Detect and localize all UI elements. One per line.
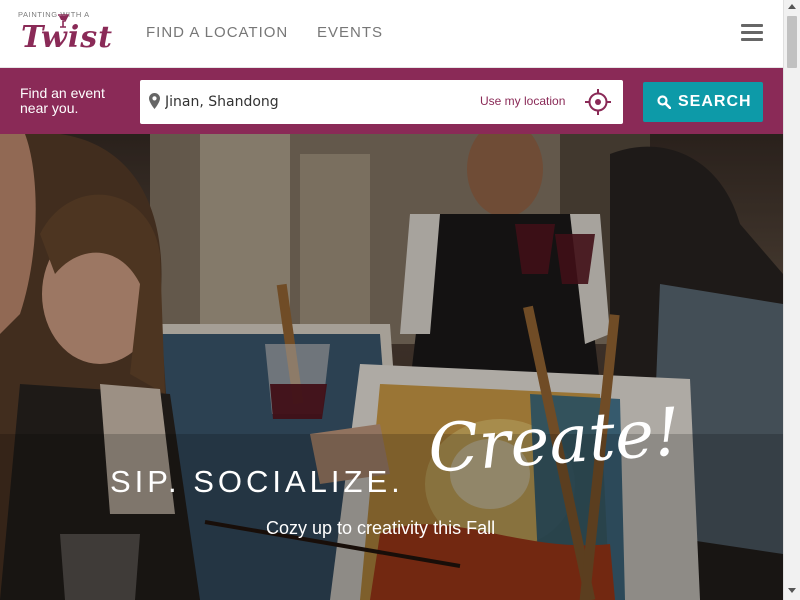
site-header: PAINTING WITH A Twist FIND A LOCATION EV… [0,0,783,68]
scroll-down-arrow-icon[interactable] [788,588,796,593]
search-icon [657,95,671,109]
hamburger-menu-icon[interactable] [741,24,763,42]
nav-events[interactable]: EVENTS [317,24,383,41]
logo-wordmark: Twist [21,20,113,55]
hero-subtitle: Cozy up to creativity this Fall [266,518,496,538]
crosshair-icon[interactable] [585,89,611,115]
event-search-bar: Find an event near you. Use my location [0,68,783,134]
scrollbar[interactable] [783,0,800,600]
logo[interactable]: PAINTING WITH A Twist [18,10,112,58]
hero-banner: SIP. SOCIALIZE. Create! Cozy up to creat… [0,134,783,600]
nav-find-a-location[interactable]: FIND A LOCATION [146,24,288,41]
search-prompt: Find an event near you. [20,85,105,116]
scrollbar-thumb[interactable] [787,16,797,68]
search-button-label: SEARCH [678,93,752,110]
page: PAINTING WITH A Twist FIND A LOCATION EV… [0,0,783,600]
scroll-up-arrow-icon[interactable] [788,4,796,9]
map-pin-icon [149,93,160,109]
location-box[interactable]: Use my location [140,80,623,124]
hero-tagline: SIP. SOCIALIZE. [110,464,404,499]
use-my-location-link[interactable]: Use my location [480,94,565,108]
search-button[interactable]: SEARCH [643,82,763,122]
location-input[interactable] [165,80,465,124]
